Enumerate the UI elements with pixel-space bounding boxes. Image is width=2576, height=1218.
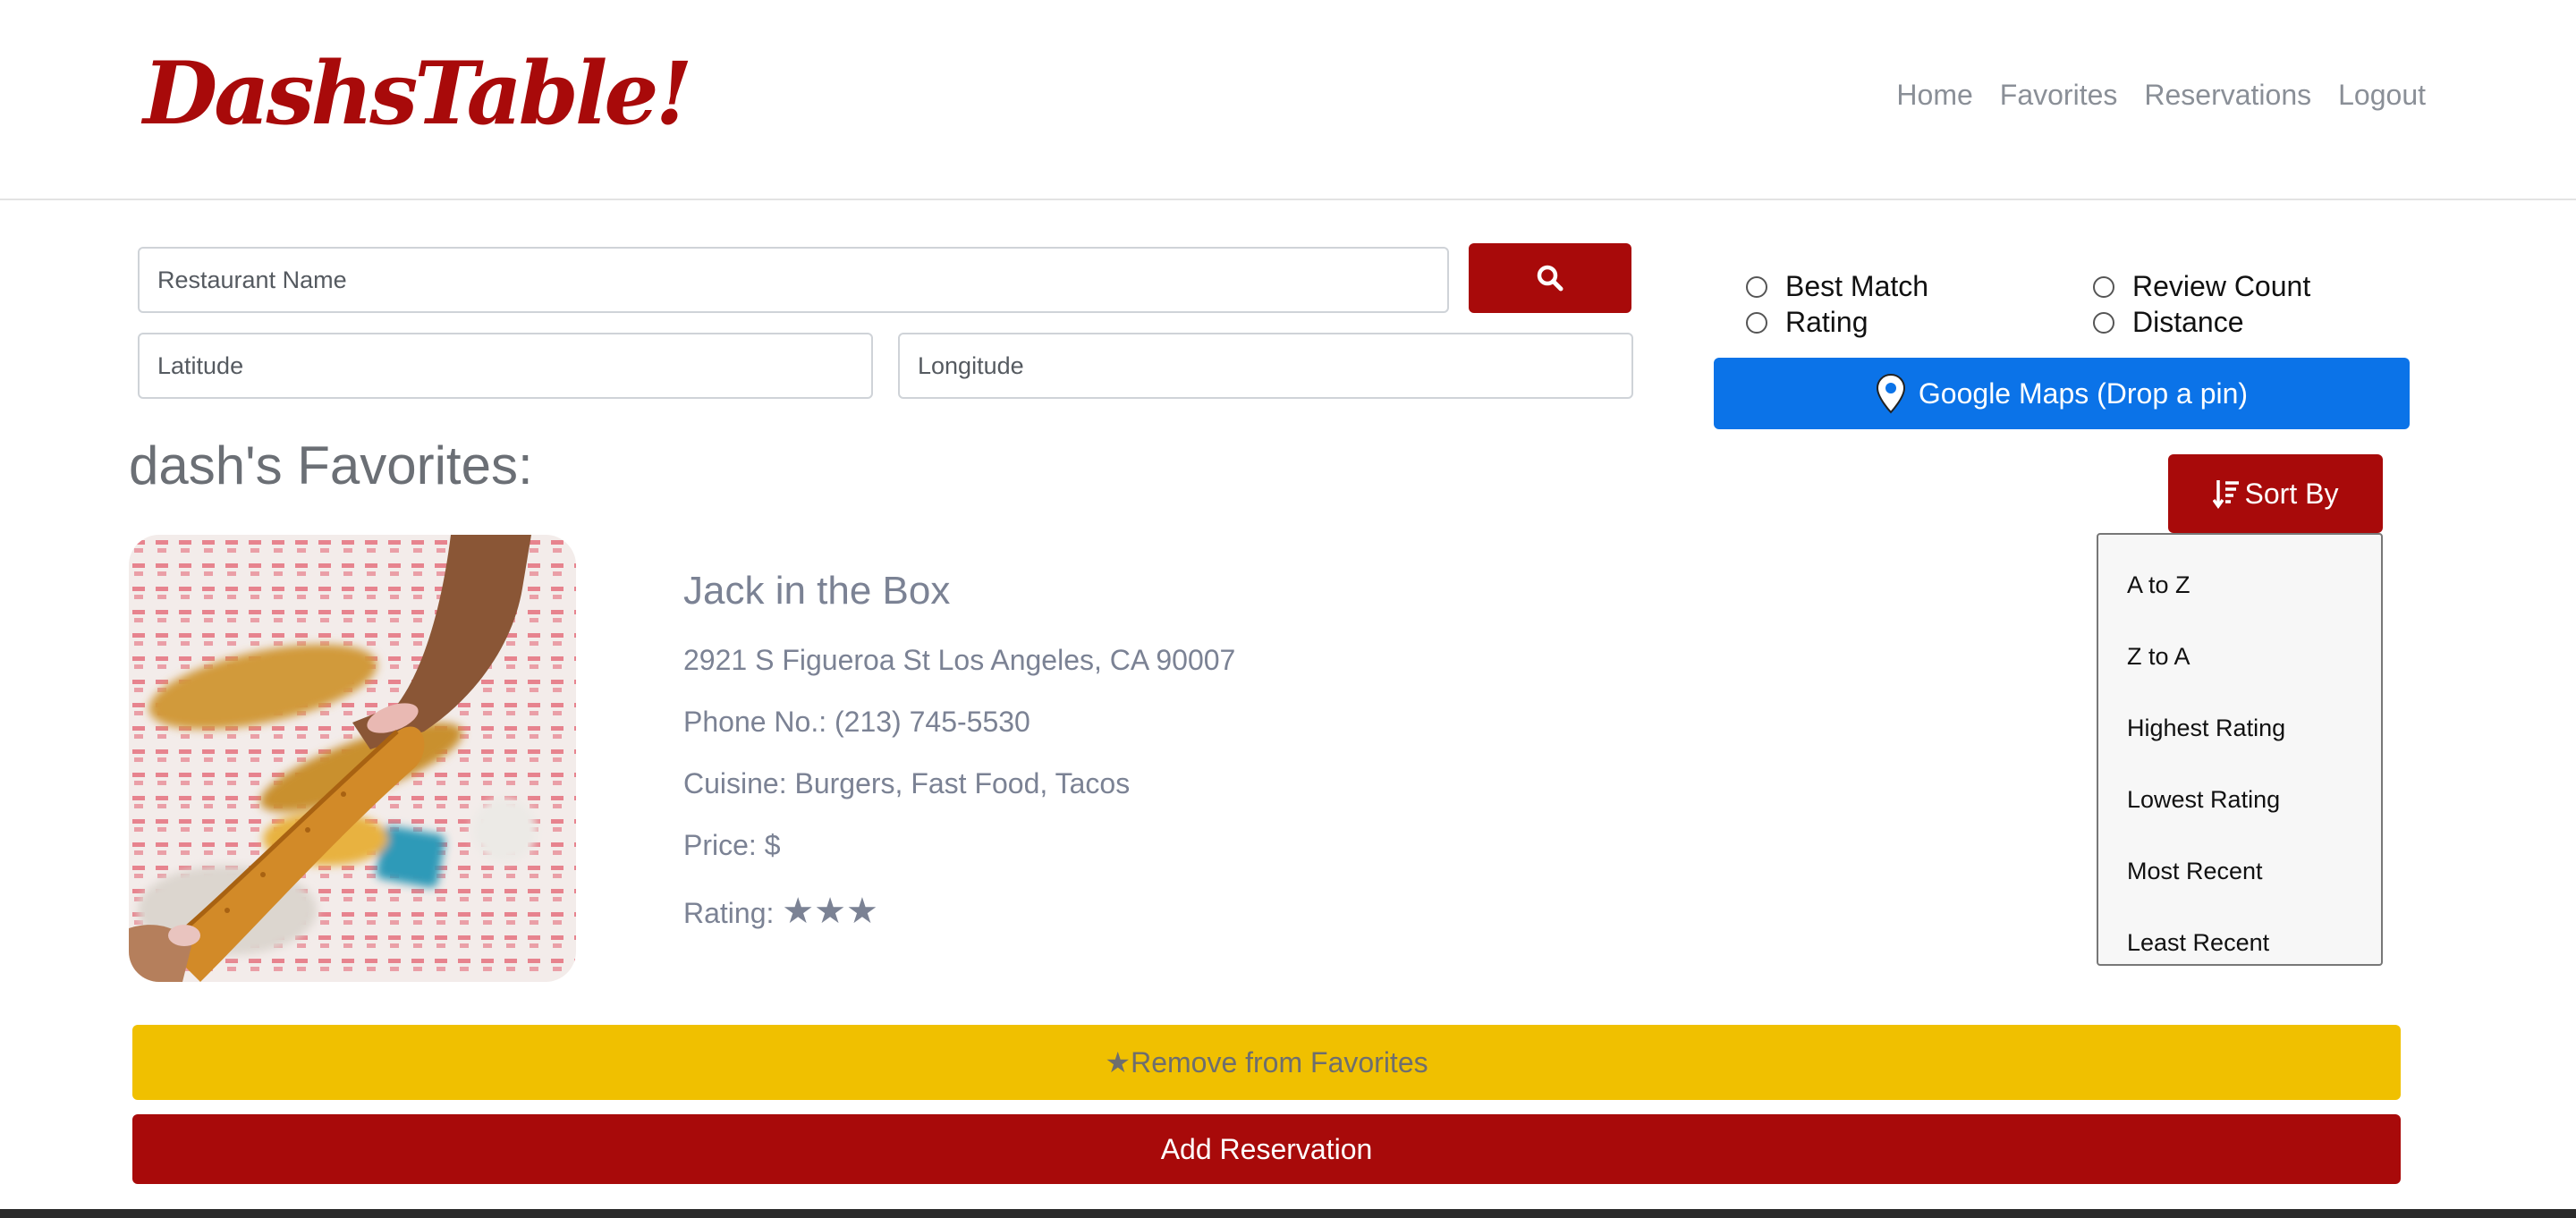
radio-rating[interactable]: Rating [1746,306,1868,339]
search-icon [1537,265,1563,292]
radio-label-distance: Distance [2132,306,2244,338]
sort-by-button[interactable]: Sort By [2168,454,2383,533]
restaurant-rating: Rating: ★★★ [683,891,878,932]
restaurant-price: Price: $ [683,829,781,861]
sort-descending-icon [2212,480,2239,509]
restaurant-photo [129,535,576,982]
latitude-input[interactable] [138,333,873,399]
site-header: DashsTable! Home Favorites Reservations … [0,0,2576,200]
sort-option-lowest-rating[interactable]: Lowest Rating [2098,764,2381,835]
radio-label-rating: Rating [1785,306,1868,338]
radio-circle[interactable] [1746,275,1767,298]
sort-by-label: Sort By [2244,477,2339,510]
restaurant-address: 2921 S Figueroa St Los Angeles, CA 90007 [683,644,1236,676]
remove-from-favorites-button[interactable]: ★Remove from Favorites [132,1025,2401,1100]
window-bottom-edge [0,1209,2576,1218]
sort-option-a-to-z[interactable]: A to Z [2098,549,2381,621]
search-button[interactable] [1469,243,1631,313]
restaurant-name-input[interactable] [138,247,1449,313]
remove-from-favorites-label: ★Remove from Favorites [1105,1046,1428,1078]
sort-option-highest-rating[interactable]: Highest Rating [2098,692,2381,764]
radio-label-review-count: Review Count [2132,270,2311,302]
sort-option-most-recent[interactable]: Most Recent [2098,835,2381,907]
restaurant-cuisine: Cuisine: Burgers, Fast Food, Tacos [683,767,1131,799]
radio-label-best-match: Best Match [1785,270,1929,302]
google-maps-label: Google Maps (Drop a pin) [1918,376,2249,410]
main-nav: Home Favorites Reservations Logout [1896,79,2426,112]
radio-review-count[interactable]: Review Count [2093,270,2310,303]
favorites-title: dash's Favorites: [129,436,533,495]
radio-circle[interactable] [2093,311,2114,334]
radio-circle[interactable] [2093,275,2114,298]
google-maps-button[interactable]: Google Maps (Drop a pin) [1714,358,2410,429]
restaurant-phone: Phone No.: (213) 745-5530 [683,706,1030,738]
nav-favorites[interactable]: Favorites [2000,79,2118,112]
sort-dropdown: A to Z Z to A Highest Rating Lowest Rati… [2097,533,2383,966]
radio-best-match[interactable]: Best Match [1746,270,1928,303]
logo[interactable]: DashsTable! [143,47,693,141]
radio-circle[interactable] [1746,311,1767,334]
radio-distance[interactable]: Distance [2093,306,2244,339]
sort-option-z-to-a[interactable]: Z to A [2098,621,2381,692]
nav-home[interactable]: Home [1896,79,1972,112]
add-reservation-button[interactable]: Add Reservation [132,1114,2401,1184]
add-reservation-label: Add Reservation [1160,1132,1373,1165]
sort-option-least-recent[interactable]: Least Recent [2098,907,2381,978]
nav-logout[interactable]: Logout [2338,79,2426,112]
longitude-input[interactable] [898,333,1633,399]
map-pin-icon [1876,373,1905,414]
restaurant-name: Jack in the Box [683,569,951,613]
rating-stars: ★★★ [782,892,878,931]
nav-reservations[interactable]: Reservations [2144,79,2311,112]
rating-label: Rating: [683,897,783,929]
